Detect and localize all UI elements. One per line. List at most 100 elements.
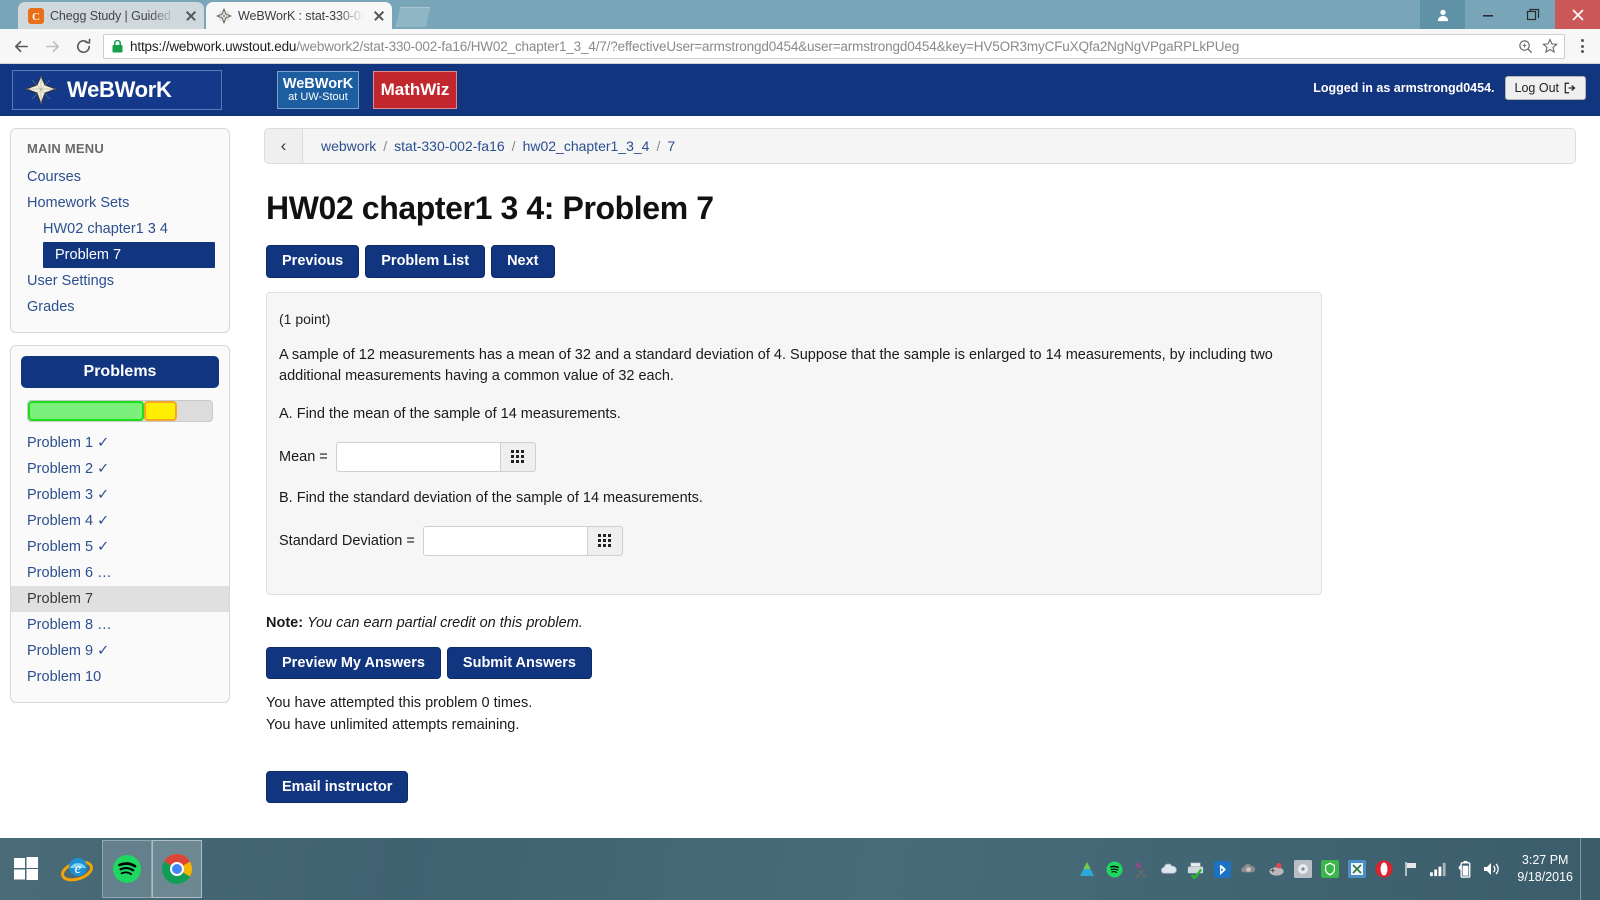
breadcrumb-problem: 7 (667, 138, 676, 154)
tab-title: Chegg Study | Guided So (50, 8, 178, 23)
problem-list-button[interactable]: Problem List (365, 245, 486, 278)
next-button[interactable]: Next (491, 245, 555, 278)
url-path: /webwork2/stat-330-002-fa16/HW02_chapter… (296, 38, 1240, 54)
problem-link-5[interactable]: Problem 5 ✓ (11, 534, 229, 560)
forward-arrow-icon (41, 35, 63, 57)
taskbar-clock[interactable]: 3:27 PM 9/18/2016 (1509, 852, 1573, 886)
bluetooth-icon[interactable] (1212, 859, 1232, 879)
google-chrome-icon[interactable] (152, 840, 202, 898)
star-icon[interactable] (1541, 38, 1558, 54)
sd-answer-group (422, 525, 623, 556)
opera-icon[interactable] (1374, 859, 1394, 879)
gaming-icon[interactable] (1266, 859, 1286, 879)
problem-link-4[interactable]: Problem 4 ✓ (11, 508, 229, 534)
chegg-icon: C (28, 7, 44, 24)
note-label: Note: (266, 614, 304, 631)
partial-credit-note: Note: You can earn partial credit on thi… (266, 615, 1576, 631)
chevron-left-icon[interactable]: ‹ (265, 129, 303, 163)
sidebar-item-problem-7[interactable]: Problem 7 (43, 242, 215, 268)
browser-tabstrip: C Chegg Study | Guided So WeBWorK : stat… (0, 0, 1600, 29)
breadcrumb-set[interactable]: hw02_chapter1_3_4 (523, 138, 650, 154)
keypad-grid-icon[interactable] (499, 441, 536, 472)
shield-icon[interactable] (1320, 859, 1340, 879)
attempts-line-1: You have attempted this problem 0 times. (266, 695, 533, 711)
spotify-icon[interactable] (102, 840, 152, 898)
page-title: HW02 chapter1 3 4: Problem 7 (266, 190, 714, 226)
onedrive-icon[interactable] (1158, 859, 1178, 879)
problem-link-7[interactable]: Problem 7 (11, 586, 229, 612)
standard-deviation-input[interactable] (422, 525, 587, 556)
new-tab-button[interactable] (396, 7, 430, 27)
close-icon[interactable] (372, 9, 386, 23)
speaker-icon[interactable] (1482, 859, 1502, 879)
main-menu-panel: MAIN MENU Courses Homework Sets HW02 cha… (10, 128, 230, 333)
breadcrumb-webwork[interactable]: webwork (321, 138, 376, 154)
wifi-signal-icon[interactable] (1428, 859, 1448, 879)
tab-title: WeBWorK : stat-330-002 (238, 8, 366, 23)
problem-link-10[interactable]: Problem 10 (11, 664, 229, 690)
snipping-tool-icon[interactable]: N (1131, 859, 1151, 879)
logout-button[interactable]: Log Out (1504, 76, 1586, 100)
kebab-menu-icon[interactable] (1574, 39, 1590, 53)
breadcrumb: ‹ webwork / stat-330-002-fa16 / hw02_cha… (264, 128, 1576, 164)
attempts-info: You have attempted this problem 0 times.… (266, 693, 1576, 737)
flag-icon[interactable] (1401, 859, 1421, 879)
problem-points: (1 point) (279, 310, 331, 327)
address-bar[interactable]: https://webwork.uwstout.edu/webwork2/sta… (103, 33, 1565, 59)
problem-link-1[interactable]: Problem 1 ✓ (11, 430, 229, 456)
close-icon[interactable] (184, 9, 198, 23)
progress-segment-correct (28, 401, 144, 421)
excel-icon[interactable] (1347, 859, 1367, 879)
problem-link-2[interactable]: Problem 2 ✓ (11, 456, 229, 482)
email-instructor-button[interactable]: Email instructor (266, 770, 409, 803)
show-desktop-button[interactable] (1580, 838, 1588, 900)
autodesk-icon[interactable] (1077, 859, 1097, 879)
reload-icon[interactable] (72, 35, 94, 57)
browser-tab-webwork[interactable]: WeBWorK : stat-330-002 (206, 2, 392, 29)
sidebar-item-courses[interactable]: Courses (11, 164, 229, 190)
battery-icon[interactable] (1455, 859, 1475, 879)
windows-start-icon[interactable] (0, 838, 52, 900)
email-instructor-row: Email instructor (266, 770, 1576, 803)
main-menu-title: MAIN MENU (27, 141, 104, 156)
uw-stout-badge[interactable]: WeBWorK at UW-Stout (277, 71, 359, 109)
windows-taskbar: e N 3:27 PM 9/18/2016 (0, 838, 1600, 900)
address-bar-url: https://webwork.uwstout.edu/webwork2/sta… (130, 39, 1510, 54)
minimize-icon[interactable] (1465, 0, 1510, 29)
zoom-magnifier-icon[interactable] (1517, 39, 1534, 54)
printer-icon[interactable] (1185, 859, 1205, 879)
problem-link-3[interactable]: Problem 3 ✓ (11, 482, 229, 508)
mean-label: Mean = (279, 448, 328, 465)
previous-button[interactable]: Previous (266, 245, 360, 278)
restore-icon[interactable] (1510, 0, 1555, 29)
sidebar-item-homework-sets[interactable]: Homework Sets (11, 190, 229, 216)
svg-text:e: e (75, 861, 82, 877)
submit-answers-button[interactable]: Submit Answers (446, 646, 592, 679)
problem-link-9[interactable]: Problem 9 ✓ (11, 638, 229, 664)
problem-link-6[interactable]: Problem 6 … (11, 560, 229, 586)
breadcrumb-separator: / (383, 138, 388, 154)
svg-text:N: N (1136, 863, 1141, 870)
problem-statement: A sample of 12 measurements has a mean o… (279, 346, 1273, 385)
internet-explorer-icon[interactable]: e (52, 840, 102, 898)
breadcrumb-course[interactable]: stat-330-002-fa16 (394, 138, 505, 154)
sidebar-item-user-settings[interactable]: User Settings (11, 268, 229, 294)
adobe-creative-cloud-icon[interactable] (1239, 859, 1259, 879)
browser-tab-chegg[interactable]: C Chegg Study | Guided So (18, 2, 204, 29)
hard-drive-icon[interactable] (1293, 859, 1313, 879)
problem-nav-buttons: Previous Problem List Next (266, 245, 1576, 278)
sidebar-item-grades[interactable]: Grades (11, 294, 229, 320)
close-icon[interactable] (1555, 0, 1600, 29)
webwork-logo[interactable]: WeBWorK (12, 70, 222, 110)
problem-body: (1 point) A sample of 12 measurements ha… (266, 291, 1322, 595)
mathwiz-badge[interactable]: MathWiz (373, 71, 457, 109)
person-icon[interactable] (1420, 0, 1465, 29)
mean-input[interactable] (335, 441, 500, 472)
back-arrow-icon[interactable] (10, 35, 32, 57)
preview-my-answers-button[interactable]: Preview My Answers (266, 646, 441, 679)
logged-in-text: Logged in as armstrongd0454. (1313, 81, 1495, 95)
keypad-grid-icon[interactable] (586, 525, 623, 556)
sidebar-item-hw02[interactable]: HW02 chapter1 3 4 (11, 216, 229, 242)
spotify-tray-icon[interactable] (1104, 859, 1124, 879)
problem-link-8[interactable]: Problem 8 … (11, 612, 229, 638)
